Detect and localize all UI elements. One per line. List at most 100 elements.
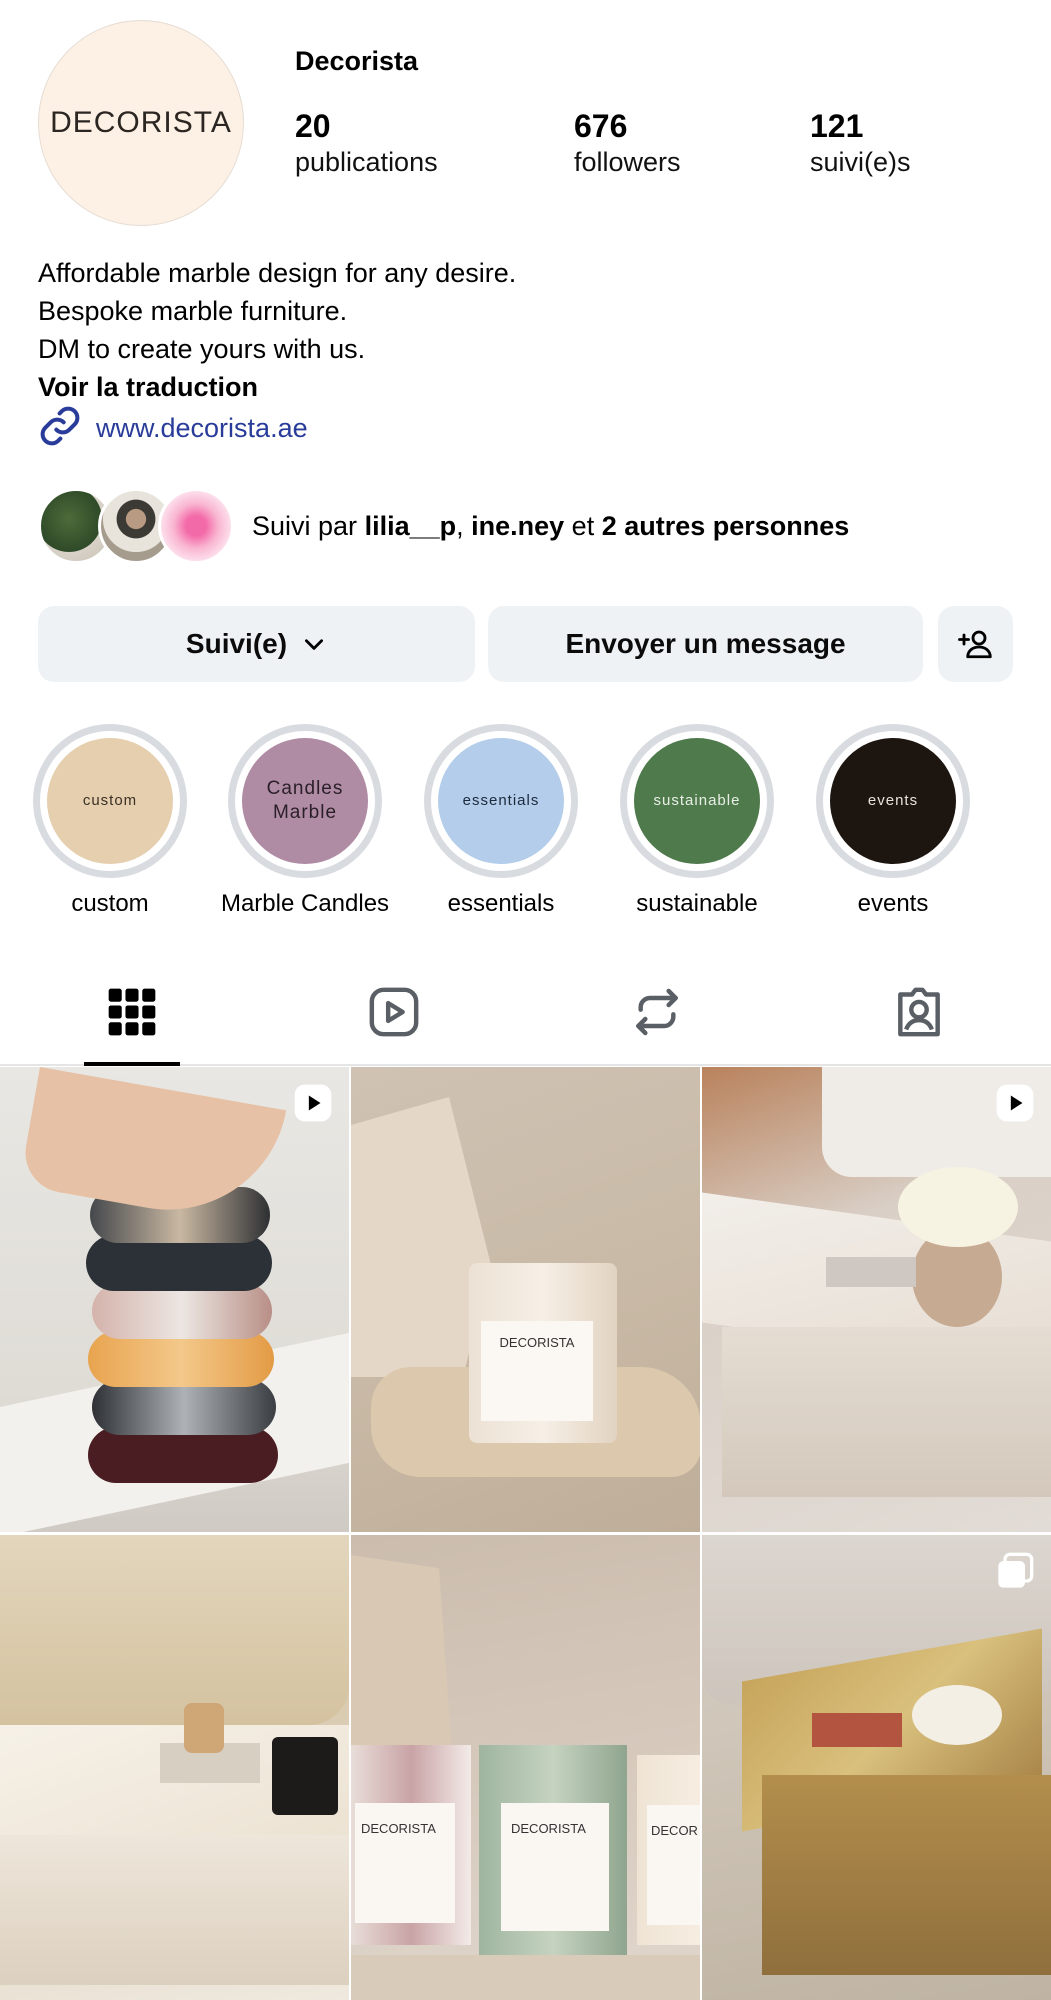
highlight-caption: Marble Candles <box>220 890 390 917</box>
message-button[interactable]: Envoyer un message <box>488 606 923 682</box>
highlight-marble-candles[interactable]: Candles Marble Marble Candles <box>220 724 390 918</box>
marble-ring <box>88 1427 278 1483</box>
marble-ring <box>92 1379 276 1435</box>
reposts-icon <box>636 988 678 1036</box>
mutual-prefix: Suivi par <box>252 510 365 541</box>
highlight-ring: events <box>816 724 970 878</box>
candle-label: DECOR <box>647 1805 700 1925</box>
highlight-cover-text: sustainable <box>653 792 741 809</box>
highlight-cover-text: Candles <box>266 778 344 799</box>
following-button[interactable]: Suivi(e) <box>38 606 475 682</box>
highlight-essentials[interactable]: essentials essentials <box>416 724 586 918</box>
highlight-caption: custom <box>71 890 149 917</box>
see-translation-link[interactable]: Voir la traduction <box>38 368 516 406</box>
highlight-ring: custom <box>33 724 187 878</box>
post-thumbnail[interactable] <box>0 1067 349 1532</box>
highlight-ring: sustainable <box>620 724 774 878</box>
mutual-followers-text: Suivi par lilia__p, ine.ney et 2 autres … <box>252 511 849 542</box>
marble-ring <box>92 1283 272 1339</box>
mutual-user-1: lilia__p <box>364 510 457 541</box>
candle-label: DECORISTA <box>481 1321 593 1421</box>
highlight-ring: essentials <box>424 724 578 878</box>
tab-tagged[interactable] <box>889 982 949 1042</box>
link-icon <box>38 404 82 453</box>
highlight-events[interactable]: events events <box>808 724 978 918</box>
tab-reels[interactable] <box>364 982 424 1042</box>
reels-icon <box>369 987 419 1037</box>
marble-table-side <box>722 1327 1051 1497</box>
candle-label: DECORISTA <box>501 1803 609 1931</box>
sofa <box>0 1535 349 1725</box>
highlight-cover-text: essentials <box>462 792 540 809</box>
stat-following-label: suivi(e)s <box>810 147 911 177</box>
mutual-followers[interactable]: Suivi par lilia__p, ine.ney et 2 autres … <box>38 486 849 566</box>
highlight-cover-text: Marble <box>272 802 338 823</box>
mutual-others: 2 autres personnes <box>601 510 850 541</box>
stat-followers[interactable]: 676 followers <box>574 108 681 180</box>
flowers <box>912 1685 1002 1745</box>
stat-following[interactable]: 121 suivi(e)s <box>810 108 911 180</box>
marble-ring <box>88 1331 274 1387</box>
add-person-button[interactable] <box>938 606 1013 682</box>
post-thumbnail[interactable]: DECORISTA <box>351 1067 700 1532</box>
mutual-user-2: ine.ney <box>471 510 565 541</box>
highlight-cover: custom <box>47 738 173 864</box>
tab-reposts[interactable] <box>627 982 687 1042</box>
avatar <box>158 488 234 564</box>
highlight-cover-text: custom <box>82 792 138 809</box>
flowers <box>898 1167 1018 1247</box>
stat-followers-count: 676 <box>574 108 628 144</box>
mutual-conjunction: et <box>564 510 602 541</box>
highlight-cover: events <box>830 738 956 864</box>
chevron-down-icon <box>305 639 324 650</box>
bio-line: Bespoke marble furniture. <box>38 296 348 326</box>
website-url[interactable]: www.decorista.ae <box>96 413 308 444</box>
onyx-table-side <box>762 1775 1051 1975</box>
tab-grid[interactable] <box>102 982 162 1042</box>
clock <box>272 1737 338 1815</box>
active-tab-indicator <box>84 1062 180 1066</box>
books <box>826 1257 916 1287</box>
bio-line: Affordable marble design for any desire. <box>38 258 517 288</box>
post-thumbnail[interactable] <box>702 1535 1051 2000</box>
post-thumbnail[interactable] <box>702 1067 1051 1532</box>
posts-grid: DECORISTA DECORISTA DECORISTA DECOR <box>0 1067 1051 2000</box>
profile-tabs <box>0 960 1051 1066</box>
highlight-cover: essentials <box>438 738 564 864</box>
avatar-logo-text: DECORISTA <box>50 106 232 139</box>
highlight-ring: Candles Marble <box>228 724 382 878</box>
mutual-separator: , <box>456 510 472 541</box>
stat-followers-label: followers <box>574 147 681 177</box>
stone-base <box>351 1955 700 2000</box>
message-button-label: Envoyer un message <box>565 628 846 659</box>
highlight-caption: events <box>857 890 929 917</box>
post-thumbnail[interactable] <box>0 1535 349 2000</box>
profile-username: Decorista <box>295 46 419 76</box>
bio-line: DM to create yours with us. <box>38 334 366 364</box>
highlight-sustainable[interactable]: sustainable sustainable <box>612 724 782 918</box>
marble-ring <box>86 1235 272 1291</box>
highlight-cover-text: events <box>867 792 919 809</box>
highlight-custom[interactable]: custom custom <box>25 724 195 918</box>
following-button-label: Suivi(e) <box>185 628 288 659</box>
grid-icon <box>108 988 156 1036</box>
carousel-badge-icon <box>998 1552 1034 1588</box>
post-thumbnail[interactable]: DECORISTA DECORISTA DECOR <box>351 1535 700 2000</box>
candle-label: DECORISTA <box>355 1803 455 1923</box>
profile-bio: Affordable marble design for any desire.… <box>38 254 516 406</box>
stat-posts-count: 20 <box>295 108 331 144</box>
reel-badge-icon <box>996 1084 1034 1122</box>
profile-avatar[interactable]: DECORISTA <box>38 20 244 226</box>
highlight-caption: essentials <box>447 890 555 917</box>
stat-posts-label: publications <box>295 147 438 177</box>
highlight-cover: Candles Marble <box>242 738 368 864</box>
website-link[interactable]: www.decorista.ae <box>38 406 308 450</box>
candle <box>184 1703 224 1753</box>
add-person-icon <box>957 630 992 659</box>
mutual-avatars <box>38 486 238 566</box>
marble-table-side <box>0 1835 349 1985</box>
stat-posts[interactable]: 20 publications <box>295 108 438 180</box>
tagged-icon <box>898 987 940 1037</box>
books <box>812 1713 902 1747</box>
reel-badge-icon <box>294 1084 332 1122</box>
